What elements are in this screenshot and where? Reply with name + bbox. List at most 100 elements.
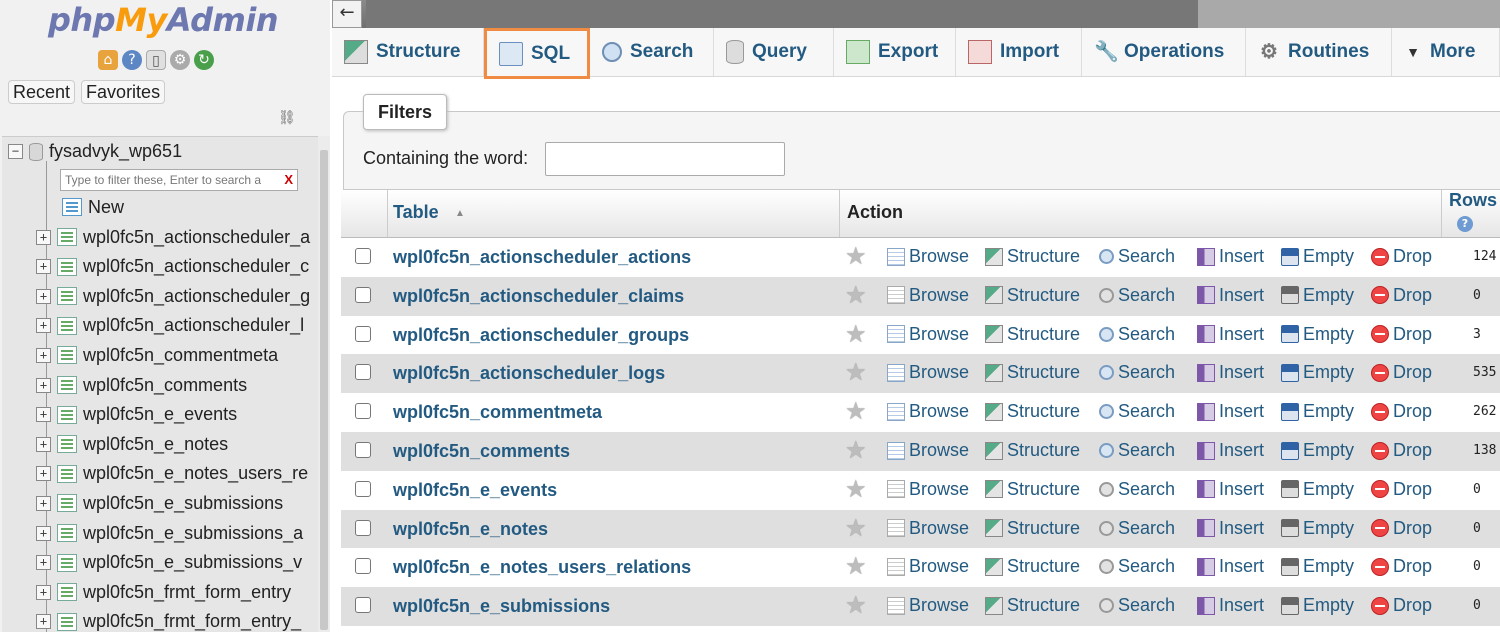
- structure-action[interactable]: Structure: [985, 595, 1080, 616]
- tab-operations[interactable]: 🔧 Operations: [1082, 28, 1246, 76]
- empty-action[interactable]: Empty: [1281, 440, 1354, 461]
- empty-action[interactable]: Empty: [1281, 595, 1354, 616]
- favorites-tab[interactable]: Favorites: [81, 80, 166, 104]
- table-name-link[interactable]: wpl0fc5n_actionscheduler_claims: [393, 286, 684, 307]
- structure-action[interactable]: Structure: [985, 518, 1080, 539]
- favorite-star-icon[interactable]: ★: [845, 359, 867, 387]
- row-checkbox[interactable]: [355, 519, 371, 536]
- drop-action[interactable]: Drop: [1371, 479, 1432, 500]
- expand-icon[interactable]: +: [36, 318, 51, 334]
- tree-table-item[interactable]: + wpl0fc5n_e_submissions: [36, 489, 318, 517]
- tab-search[interactable]: Search: [590, 28, 714, 76]
- favorite-star-icon[interactable]: ★: [845, 243, 867, 271]
- tree-table-item[interactable]: + wpl0fc5n_e_notes: [36, 430, 318, 458]
- expand-icon[interactable]: +: [36, 466, 51, 482]
- tab-routines[interactable]: ⚙ Routines: [1246, 28, 1392, 76]
- tree-table-item[interactable]: + wpl0fc5n_actionscheduler_a: [36, 223, 318, 251]
- tree-table-item[interactable]: + wpl0fc5n_actionscheduler_l: [36, 312, 318, 340]
- insert-action[interactable]: Insert: [1197, 595, 1264, 616]
- tab-query[interactable]: Query: [714, 28, 834, 76]
- search-action[interactable]: Search: [1099, 518, 1175, 539]
- drop-action[interactable]: Drop: [1371, 285, 1432, 306]
- table-name-link[interactable]: wpl0fc5n_e_notes_users_relations: [393, 557, 691, 578]
- browse-action[interactable]: Browse: [887, 479, 969, 500]
- expand-icon[interactable]: +: [36, 436, 51, 452]
- empty-action[interactable]: Empty: [1281, 324, 1354, 345]
- expand-icon[interactable]: +: [36, 555, 51, 571]
- structure-action[interactable]: Structure: [985, 285, 1080, 306]
- tab-more[interactable]: ▼ More: [1392, 28, 1500, 76]
- search-action[interactable]: Search: [1099, 440, 1175, 461]
- drop-action[interactable]: Drop: [1371, 556, 1432, 577]
- collapse-icon[interactable]: −: [8, 144, 23, 159]
- empty-action[interactable]: Empty: [1281, 556, 1354, 577]
- browse-action[interactable]: Browse: [887, 285, 969, 306]
- favorite-star-icon[interactable]: ★: [845, 437, 867, 465]
- column-header-rows[interactable]: Rows: [1449, 190, 1497, 211]
- expand-icon[interactable]: +: [36, 229, 51, 245]
- favorite-star-icon[interactable]: ★: [845, 282, 867, 310]
- expand-icon[interactable]: +: [36, 288, 51, 304]
- search-action[interactable]: Search: [1099, 362, 1175, 383]
- tree-new[interactable]: New: [62, 193, 330, 221]
- drop-action[interactable]: Drop: [1371, 401, 1432, 422]
- browse-action[interactable]: Browse: [887, 595, 969, 616]
- recent-tab[interactable]: Recent: [8, 80, 76, 104]
- tree-table-item[interactable]: + wpl0fc5n_e_notes_users_re: [36, 460, 318, 488]
- insert-action[interactable]: Insert: [1197, 246, 1264, 267]
- browse-action[interactable]: Browse: [887, 246, 969, 267]
- row-checkbox[interactable]: [355, 442, 371, 458]
- table-name-link[interactable]: wpl0fc5n_actionscheduler_logs: [393, 363, 665, 384]
- structure-action[interactable]: Structure: [985, 401, 1080, 422]
- search-action[interactable]: Search: [1099, 246, 1175, 267]
- browse-action[interactable]: Browse: [887, 440, 969, 461]
- back-button[interactable]: ←: [332, 0, 362, 28]
- phpmyadmin-logo[interactable]: phpMyAdmin: [48, 0, 279, 40]
- browse-action[interactable]: Browse: [887, 401, 969, 422]
- column-header-table[interactable]: Table: [393, 202, 439, 223]
- tree-table-item[interactable]: + wpl0fc5n_e_submissions_v: [36, 549, 318, 577]
- drop-action[interactable]: Drop: [1371, 440, 1432, 461]
- search-action[interactable]: Search: [1099, 401, 1175, 422]
- filter-input[interactable]: [545, 142, 785, 176]
- help-icon[interactable]: ?: [1457, 216, 1473, 232]
- help-icon[interactable]: ?: [122, 50, 142, 70]
- drop-action[interactable]: Drop: [1371, 324, 1432, 345]
- search-action[interactable]: Search: [1099, 479, 1175, 500]
- table-name-link[interactable]: wpl0fc5n_e_events: [393, 480, 557, 501]
- structure-action[interactable]: Structure: [985, 362, 1080, 383]
- drop-action[interactable]: Drop: [1371, 362, 1432, 383]
- tree-table-item[interactable]: + wpl0fc5n_actionscheduler_c: [36, 253, 318, 281]
- row-checkbox[interactable]: [355, 480, 371, 497]
- row-checkbox[interactable]: [355, 248, 371, 264]
- favorite-star-icon[interactable]: ★: [845, 476, 867, 504]
- tree-table-item[interactable]: + wpl0fc5n_frmt_form_entry_: [36, 608, 318, 632]
- browse-action[interactable]: Browse: [887, 362, 969, 383]
- settings-icon[interactable]: ⚙: [170, 50, 190, 70]
- browse-action[interactable]: Browse: [887, 324, 969, 345]
- insert-action[interactable]: Insert: [1197, 556, 1264, 577]
- empty-action[interactable]: Empty: [1281, 518, 1354, 539]
- empty-action[interactable]: Empty: [1281, 246, 1354, 267]
- empty-action[interactable]: Empty: [1281, 285, 1354, 306]
- tab-export[interactable]: Export: [834, 28, 956, 76]
- tab-import[interactable]: Import: [956, 28, 1082, 76]
- tree-table-item[interactable]: + wpl0fc5n_comments: [36, 371, 318, 399]
- insert-action[interactable]: Insert: [1197, 324, 1264, 345]
- insert-action[interactable]: Insert: [1197, 518, 1264, 539]
- table-name-link[interactable]: wpl0fc5n_e_submissions: [393, 596, 610, 617]
- table-name-link[interactable]: wpl0fc5n_actionscheduler_groups: [393, 325, 689, 346]
- sort-ascending-icon[interactable]: ▲: [455, 208, 465, 219]
- tree-table-item[interactable]: + wpl0fc5n_commentmeta: [36, 341, 318, 369]
- insert-action[interactable]: Insert: [1197, 479, 1264, 500]
- clear-filter-icon[interactable]: X: [284, 170, 293, 190]
- expand-icon[interactable]: +: [36, 407, 51, 423]
- expand-icon[interactable]: +: [36, 377, 51, 393]
- tree-table-item[interactable]: + wpl0fc5n_e_events: [36, 401, 318, 429]
- tab-structure[interactable]: Structure: [332, 28, 484, 76]
- row-checkbox[interactable]: [355, 403, 371, 420]
- expand-icon[interactable]: +: [36, 347, 51, 363]
- search-action[interactable]: Search: [1099, 285, 1175, 306]
- scrollbar-thumb[interactable]: [320, 150, 328, 630]
- link-icon[interactable]: ⛓: [278, 110, 296, 126]
